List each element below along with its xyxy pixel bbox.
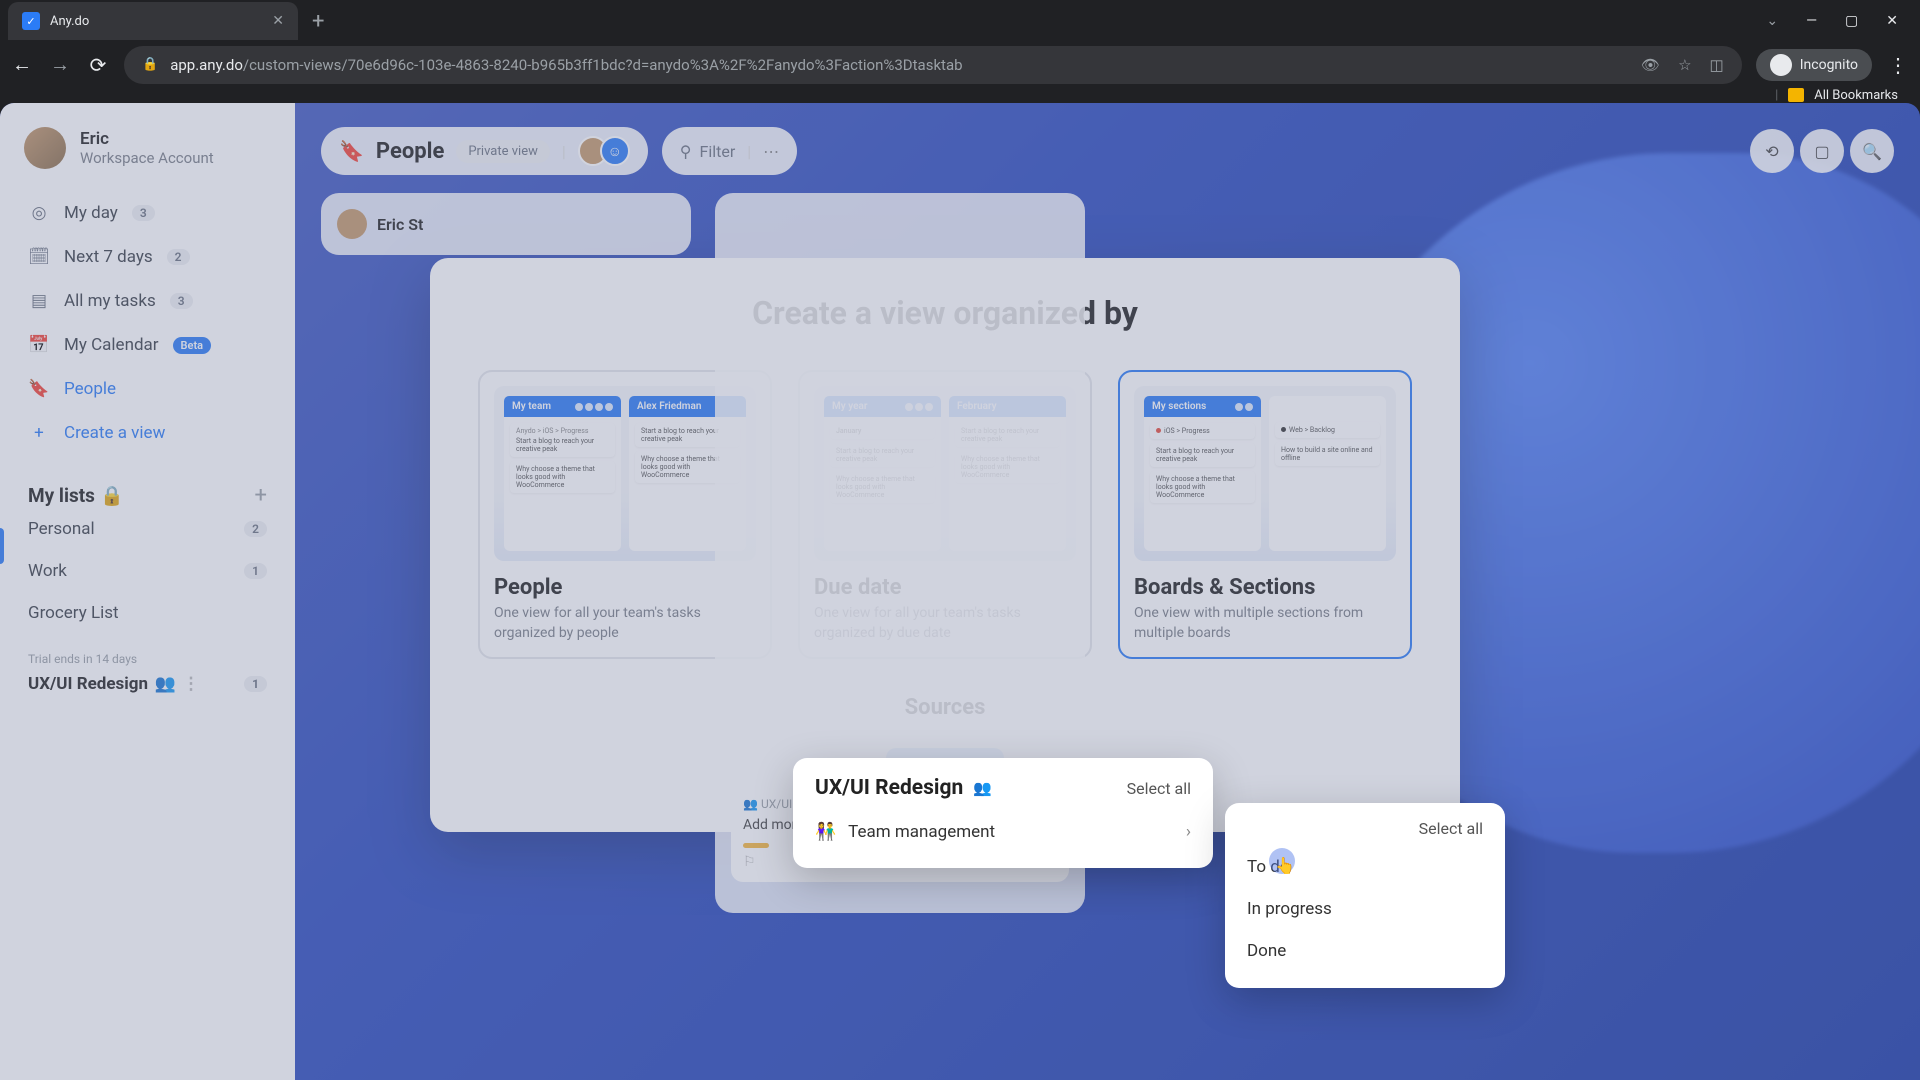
- url-path: /custom-views/70e6d96c-103e-4863-8240-b9…: [243, 56, 963, 74]
- eye-off-icon[interactable]: 👁: [1641, 56, 1660, 74]
- cursor-icon: 👆: [1275, 856, 1295, 875]
- browser-chrome: ✓ Any.do ✕ + ⌄ — ▢ ✕ ← → ⟳ 🔒 app.any.do/…: [0, 0, 1920, 103]
- address-bar[interactable]: 🔒 app.any.do/custom-views/70e6d96c-103e-…: [124, 46, 1742, 84]
- board-item-label: Team management: [848, 822, 995, 842]
- tab-title: Any.do: [50, 14, 262, 29]
- chevron-right-icon: ›: [1186, 822, 1191, 842]
- maximize-icon[interactable]: ▢: [1845, 13, 1858, 29]
- new-tab-button[interactable]: +: [312, 9, 324, 34]
- menu-icon[interactable]: ⋮: [1886, 53, 1910, 77]
- reload-icon[interactable]: ⟳: [86, 53, 110, 77]
- extension-icon[interactable]: ◫: [1710, 56, 1724, 74]
- browser-tab[interactable]: ✓ Any.do ✕: [8, 2, 298, 40]
- board-item[interactable]: 👫 Team management ›: [815, 814, 1191, 850]
- all-bookmarks-link[interactable]: All Bookmarks: [1814, 88, 1898, 103]
- incognito-badge[interactable]: Incognito: [1756, 49, 1872, 81]
- select-all-button[interactable]: Select all: [1127, 779, 1191, 798]
- bookmarks-bar: | All Bookmarks: [0, 87, 1920, 103]
- section-option[interactable]: In progress: [1247, 888, 1483, 930]
- board-selector-popover: UX/UI Redesign 👥 Select all 👫 Team manag…: [793, 758, 1213, 868]
- section-selector-popover: Select all To do 👆 In progress Done: [1225, 803, 1505, 988]
- favicon-icon: ✓: [22, 12, 40, 30]
- star-icon[interactable]: ☆: [1678, 56, 1691, 74]
- close-icon[interactable]: ✕: [272, 13, 284, 29]
- chevron-down-icon[interactable]: ⌄: [1766, 13, 1778, 29]
- lock-icon: 🔒: [142, 57, 158, 72]
- team-icon: 👫: [815, 822, 836, 842]
- minimize-icon[interactable]: —: [1806, 13, 1817, 29]
- section-label: In progress: [1247, 899, 1332, 919]
- people-icon: 👥: [973, 779, 992, 797]
- forward-icon[interactable]: →: [48, 52, 72, 77]
- url-host: app.any.do: [170, 56, 243, 74]
- section-label: Done: [1247, 941, 1286, 961]
- app-container: Eric Workspace Account ◎ My day 3 🗓 Next…: [0, 103, 1920, 1080]
- select-all-button[interactable]: Select all: [1247, 819, 1483, 838]
- popover-title: UX/UI Redesign: [815, 776, 963, 800]
- modal-overlay[interactable]: [0, 103, 1920, 1080]
- tab-strip: ✓ Any.do ✕ + ⌄ — ▢ ✕: [0, 0, 1920, 42]
- folder-icon: [1788, 88, 1804, 102]
- incognito-label: Incognito: [1800, 57, 1858, 73]
- window-controls: ⌄ — ▢ ✕: [1766, 13, 1920, 29]
- incognito-icon: [1770, 54, 1792, 76]
- close-window-icon[interactable]: ✕: [1886, 13, 1898, 29]
- back-icon[interactable]: ←: [10, 52, 34, 77]
- section-option[interactable]: Done: [1247, 930, 1483, 972]
- address-row: ← → ⟳ 🔒 app.any.do/custom-views/70e6d96c…: [0, 42, 1920, 87]
- section-option[interactable]: To do 👆: [1247, 846, 1483, 888]
